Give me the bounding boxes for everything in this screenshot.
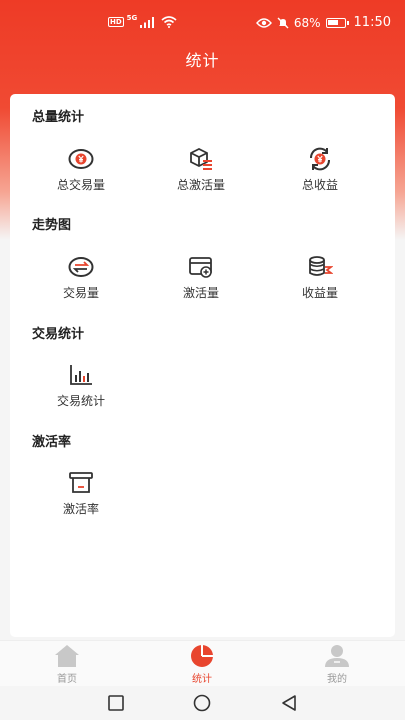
recent-apps-icon[interactable] [107, 694, 125, 712]
page-title: 统计 [185, 51, 220, 70]
total-transaction-label: 总交易量 [56, 178, 105, 192]
activation-rate-item[interactable]: 激活率 [36, 470, 126, 517]
transaction-volume-label: 交易量 [62, 286, 99, 300]
section-title-trend: 走势图 [32, 218, 72, 233]
pos-terminal-icon [69, 472, 93, 493]
battery-icon [325, 17, 349, 28]
cube-list-icon [190, 147, 212, 170]
system-nav-bar [0, 686, 405, 720]
card-plus-icon [189, 257, 212, 278]
transaction-stats-item[interactable]: 交易统计 [36, 362, 126, 409]
nav-mine[interactable]: 我的 [307, 644, 367, 685]
home-icon [55, 645, 79, 667]
section-title-total: 总量统计 [32, 110, 85, 125]
signal-icon [140, 16, 155, 28]
nav-home[interactable]: 首页 [37, 644, 97, 685]
activation-rate-label: 激活率 [62, 502, 99, 516]
user-icon [325, 645, 349, 667]
total-activation-item[interactable]: 总激活量 [156, 146, 246, 193]
nav-stats-label: 统计 [192, 674, 212, 685]
status-bar: HD 5G 68% 11:50 [0, 0, 405, 46]
section-title-transaction-stats: 交易统计 [32, 327, 85, 342]
coins-icon [309, 256, 333, 276]
total-activation-label: 总激活量 [176, 178, 225, 192]
network-badge: HD [108, 17, 124, 27]
nav-home-label: 首页 [57, 674, 77, 685]
eye-icon [255, 17, 272, 28]
section-title-activation-rate: 激活率 [32, 435, 72, 450]
yuan-circle-icon [68, 149, 94, 169]
total-transaction-item[interactable]: 总交易量 [36, 146, 126, 193]
income-volume-label: 收益量 [301, 286, 338, 300]
activation-volume-item[interactable]: 激活量 [156, 254, 246, 301]
yuan-refresh-icon [309, 147, 331, 171]
status-left: HD 5G [108, 14, 177, 28]
network-type: 5G [126, 14, 138, 22]
mute-bell-icon [277, 17, 289, 28]
nav-mine-label: 我的 [327, 674, 347, 685]
clock: 11:50 [353, 15, 391, 30]
battery-percent: 68% [293, 15, 321, 30]
bottom-nav: 首页 统计 我的 [0, 640, 405, 686]
nav-stats[interactable]: 统计 [172, 644, 232, 685]
back-icon[interactable] [280, 694, 298, 712]
total-income-label: 总收益 [301, 178, 338, 192]
stats-card: 总量统计 总交易量 总激活量 总收益 走势图 交易量 激活量 收益量 交易统计 … [10, 94, 395, 637]
status-right: 68% 11:50 [255, 15, 391, 30]
pie-chart-icon [191, 645, 213, 667]
battery-fill [327, 19, 338, 25]
wifi-icon [161, 16, 177, 28]
activation-volume-label: 激活量 [182, 286, 219, 300]
income-volume-item[interactable]: 收益量 [275, 254, 365, 301]
bar-chart-icon [70, 365, 92, 385]
total-income-item[interactable]: 总收益 [275, 146, 365, 193]
exchange-icon [68, 257, 94, 277]
transaction-volume-item[interactable]: 交易量 [36, 254, 126, 301]
home-button-icon[interactable] [193, 694, 211, 712]
transaction-stats-label: 交易统计 [56, 394, 105, 408]
